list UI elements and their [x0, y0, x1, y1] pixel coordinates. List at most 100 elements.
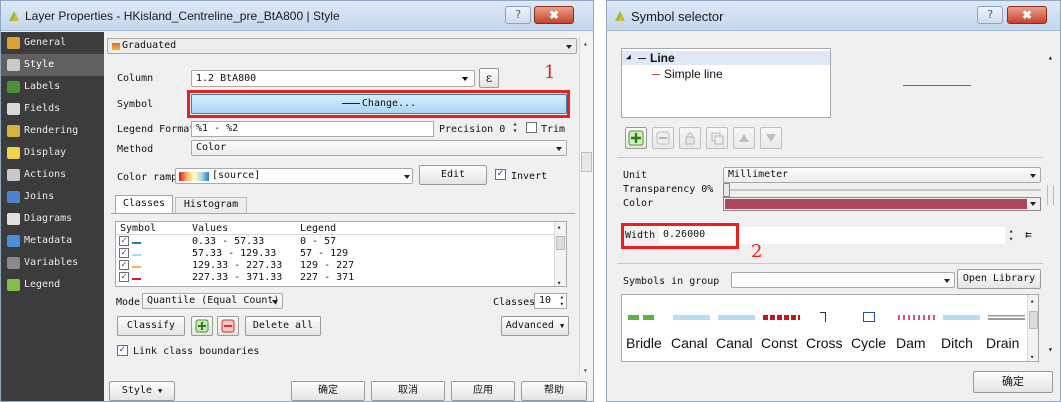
transparency-slider[interactable]	[723, 183, 1041, 197]
add-class-button[interactable]	[191, 316, 213, 336]
color-label: Color	[623, 198, 654, 209]
group-combo[interactable]	[731, 272, 955, 288]
class-checkbox[interactable]: ✓	[119, 260, 129, 270]
sidebar-item-legend[interactable]: Legend	[1, 274, 104, 296]
close-button[interactable]: ✖	[1007, 6, 1047, 24]
symbol-item[interactable]: Drain	[986, 303, 1031, 359]
trim-checkbox[interactable]	[526, 122, 537, 133]
classes-table[interactable]: Symbol Values Legend ✓ 0.33 - 57.33 0 - 57…	[115, 221, 567, 287]
expand-arrow-icon[interactable]: ◢	[626, 52, 631, 61]
symbol-preview-icon	[763, 314, 800, 320]
ok-button[interactable]: 确定	[291, 381, 365, 401]
slider-handle[interactable]	[723, 183, 730, 197]
class-checkbox[interactable]: ✓	[119, 248, 129, 258]
symbol-item[interactable]: Cycle	[851, 303, 896, 359]
symbol-layer-tree[interactable]: ◢ Line Simple line	[621, 48, 831, 118]
sidebar-item-diagrams[interactable]: Diagrams	[1, 208, 104, 230]
classify-button[interactable]: Classify	[117, 316, 185, 336]
invert-label: Invert	[511, 171, 548, 182]
symbols-in-group-label: Symbols in group	[623, 276, 720, 287]
table-scrollbar[interactable]: ▴ ▾	[554, 222, 566, 286]
color-button[interactable]	[723, 197, 1041, 211]
tree-root-label: Line	[650, 51, 675, 65]
help-button[interactable]: ?	[977, 6, 1003, 24]
mode-combo[interactable]: Quantile (Equal Count)	[142, 293, 283, 309]
right-scrollbar[interactable]: ▴ ▾	[1045, 49, 1057, 359]
table-row[interactable]: ✓ 227.33 - 371.33 227 - 371	[116, 272, 554, 284]
graduated-icon	[112, 43, 120, 50]
move-down-button[interactable]	[760, 127, 782, 149]
expression-button[interactable]: ε	[479, 68, 499, 88]
panel-scrollbar[interactable]: ▴ ▾	[579, 37, 593, 377]
method-value: Color	[196, 142, 227, 153]
move-up-button[interactable]	[733, 127, 755, 149]
sidebar-item-labels[interactable]: Labels	[1, 76, 104, 98]
classes-count-input[interactable]: 10 ▴ ▾	[534, 293, 567, 309]
delete-all-button[interactable]: Delete all	[245, 316, 321, 336]
add-layer-button[interactable]	[625, 127, 647, 149]
legend-format-input[interactable]: %1 - %2	[191, 121, 434, 137]
remove-layer-button[interactable]	[652, 127, 674, 149]
header-values[interactable]: Values	[192, 223, 228, 234]
sidebar-item-general[interactable]: General	[1, 32, 104, 54]
open-library-button[interactable]: Open Library	[957, 269, 1041, 289]
link-boundaries-checkbox[interactable]: ✓	[117, 345, 128, 356]
width-spinner[interactable]: ▴ ▾	[1009, 227, 1013, 243]
table-row[interactable]: ✓ 129.33 - 227.33 129 - 227	[116, 260, 554, 272]
table-row[interactable]: ✓ 0.33 - 57.33 0 - 57	[116, 236, 554, 248]
unit-combo[interactable]: Millimeter	[723, 167, 1041, 183]
symbol-item[interactable]: Ditch	[941, 303, 986, 359]
symbol-item[interactable]: Bridle	[626, 303, 671, 359]
sidebar-item-style[interactable]: Style	[1, 54, 104, 76]
sidebar-item-display[interactable]: Display	[1, 142, 104, 164]
class-checkbox[interactable]: ✓	[119, 236, 129, 246]
separator	[617, 263, 1043, 264]
renderer-combo[interactable]: Graduated	[107, 38, 577, 54]
data-defined-icon[interactable]: ⇇	[1025, 228, 1032, 241]
table-row[interactable]: ✓ 57.33 - 129.33 57 - 129	[116, 248, 554, 260]
symbol-preview-icon	[673, 314, 710, 320]
column-combo[interactable]: 1.2 BtA800	[191, 70, 475, 87]
lock-layer-button[interactable]	[679, 127, 701, 149]
cancel-button[interactable]: 取消	[371, 381, 445, 401]
ok-button[interactable]: 确定	[973, 371, 1053, 393]
precision-spinner[interactable]: ▴ ▾	[509, 120, 521, 136]
table-icon	[7, 103, 20, 115]
color-ramp-combo[interactable]: [source]	[175, 168, 413, 184]
sidebar-item-actions[interactable]: Actions	[1, 164, 104, 186]
sidebar-item-rendering[interactable]: Rendering	[1, 120, 104, 142]
class-checkbox[interactable]: ✓	[119, 272, 129, 282]
symbol-item[interactable]: Dam	[896, 303, 941, 359]
sidebar-item-variables[interactable]: Variables	[1, 252, 104, 274]
symbol-item[interactable]: Canal	[716, 303, 761, 359]
header-legend[interactable]: Legend	[300, 223, 336, 234]
tree-item-line[interactable]: ◢ Line	[622, 51, 830, 65]
tab-classes[interactable]: Classes	[115, 195, 173, 213]
column-value: 1.2 BtA800	[196, 73, 257, 84]
sidebar-item-joins[interactable]: Joins	[1, 186, 104, 208]
help-bottom-button[interactable]: 帮助	[521, 381, 587, 401]
advanced-button[interactable]: Advanced ▼	[501, 316, 569, 336]
tab-histogram[interactable]: Histogram	[175, 197, 247, 213]
title-bar[interactable]: Symbol selector ? ✖	[607, 1, 1060, 31]
sidebar-item-fields[interactable]: Fields	[1, 98, 104, 120]
style-menu-button[interactable]: Style ▼	[109, 381, 175, 401]
symbol-library[interactable]: Bridle Canal Canal Const Cross Cycle Dam Ditch D…	[621, 294, 1039, 362]
duplicate-layer-button[interactable]	[706, 127, 728, 149]
title-bar[interactable]: Layer Properties - HKisland_Centreline_p…	[1, 1, 593, 31]
help-button[interactable]: ?	[505, 6, 531, 24]
invert-checkbox[interactable]: ✓	[495, 169, 506, 180]
symbol-item[interactable]: Cross	[806, 303, 851, 359]
edit-ramp-button[interactable]: Edit	[419, 165, 487, 185]
remove-class-button[interactable]	[217, 316, 239, 336]
tree-item-simple-line[interactable]: Simple line	[622, 67, 830, 81]
sidebar-item-metadata[interactable]: Metadata	[1, 230, 104, 252]
sidebar-item-label: Fields	[24, 103, 61, 114]
symbol-item[interactable]: Canal	[671, 303, 716, 359]
symbol-item[interactable]: Const	[761, 303, 806, 359]
method-combo[interactable]: Color	[191, 140, 567, 156]
apply-button[interactable]: 应用	[451, 381, 515, 401]
library-scrollbar[interactable]: ▴ ▾	[1027, 295, 1038, 361]
header-symbol[interactable]: Symbol	[120, 223, 156, 234]
close-button[interactable]: ✖	[534, 6, 574, 24]
